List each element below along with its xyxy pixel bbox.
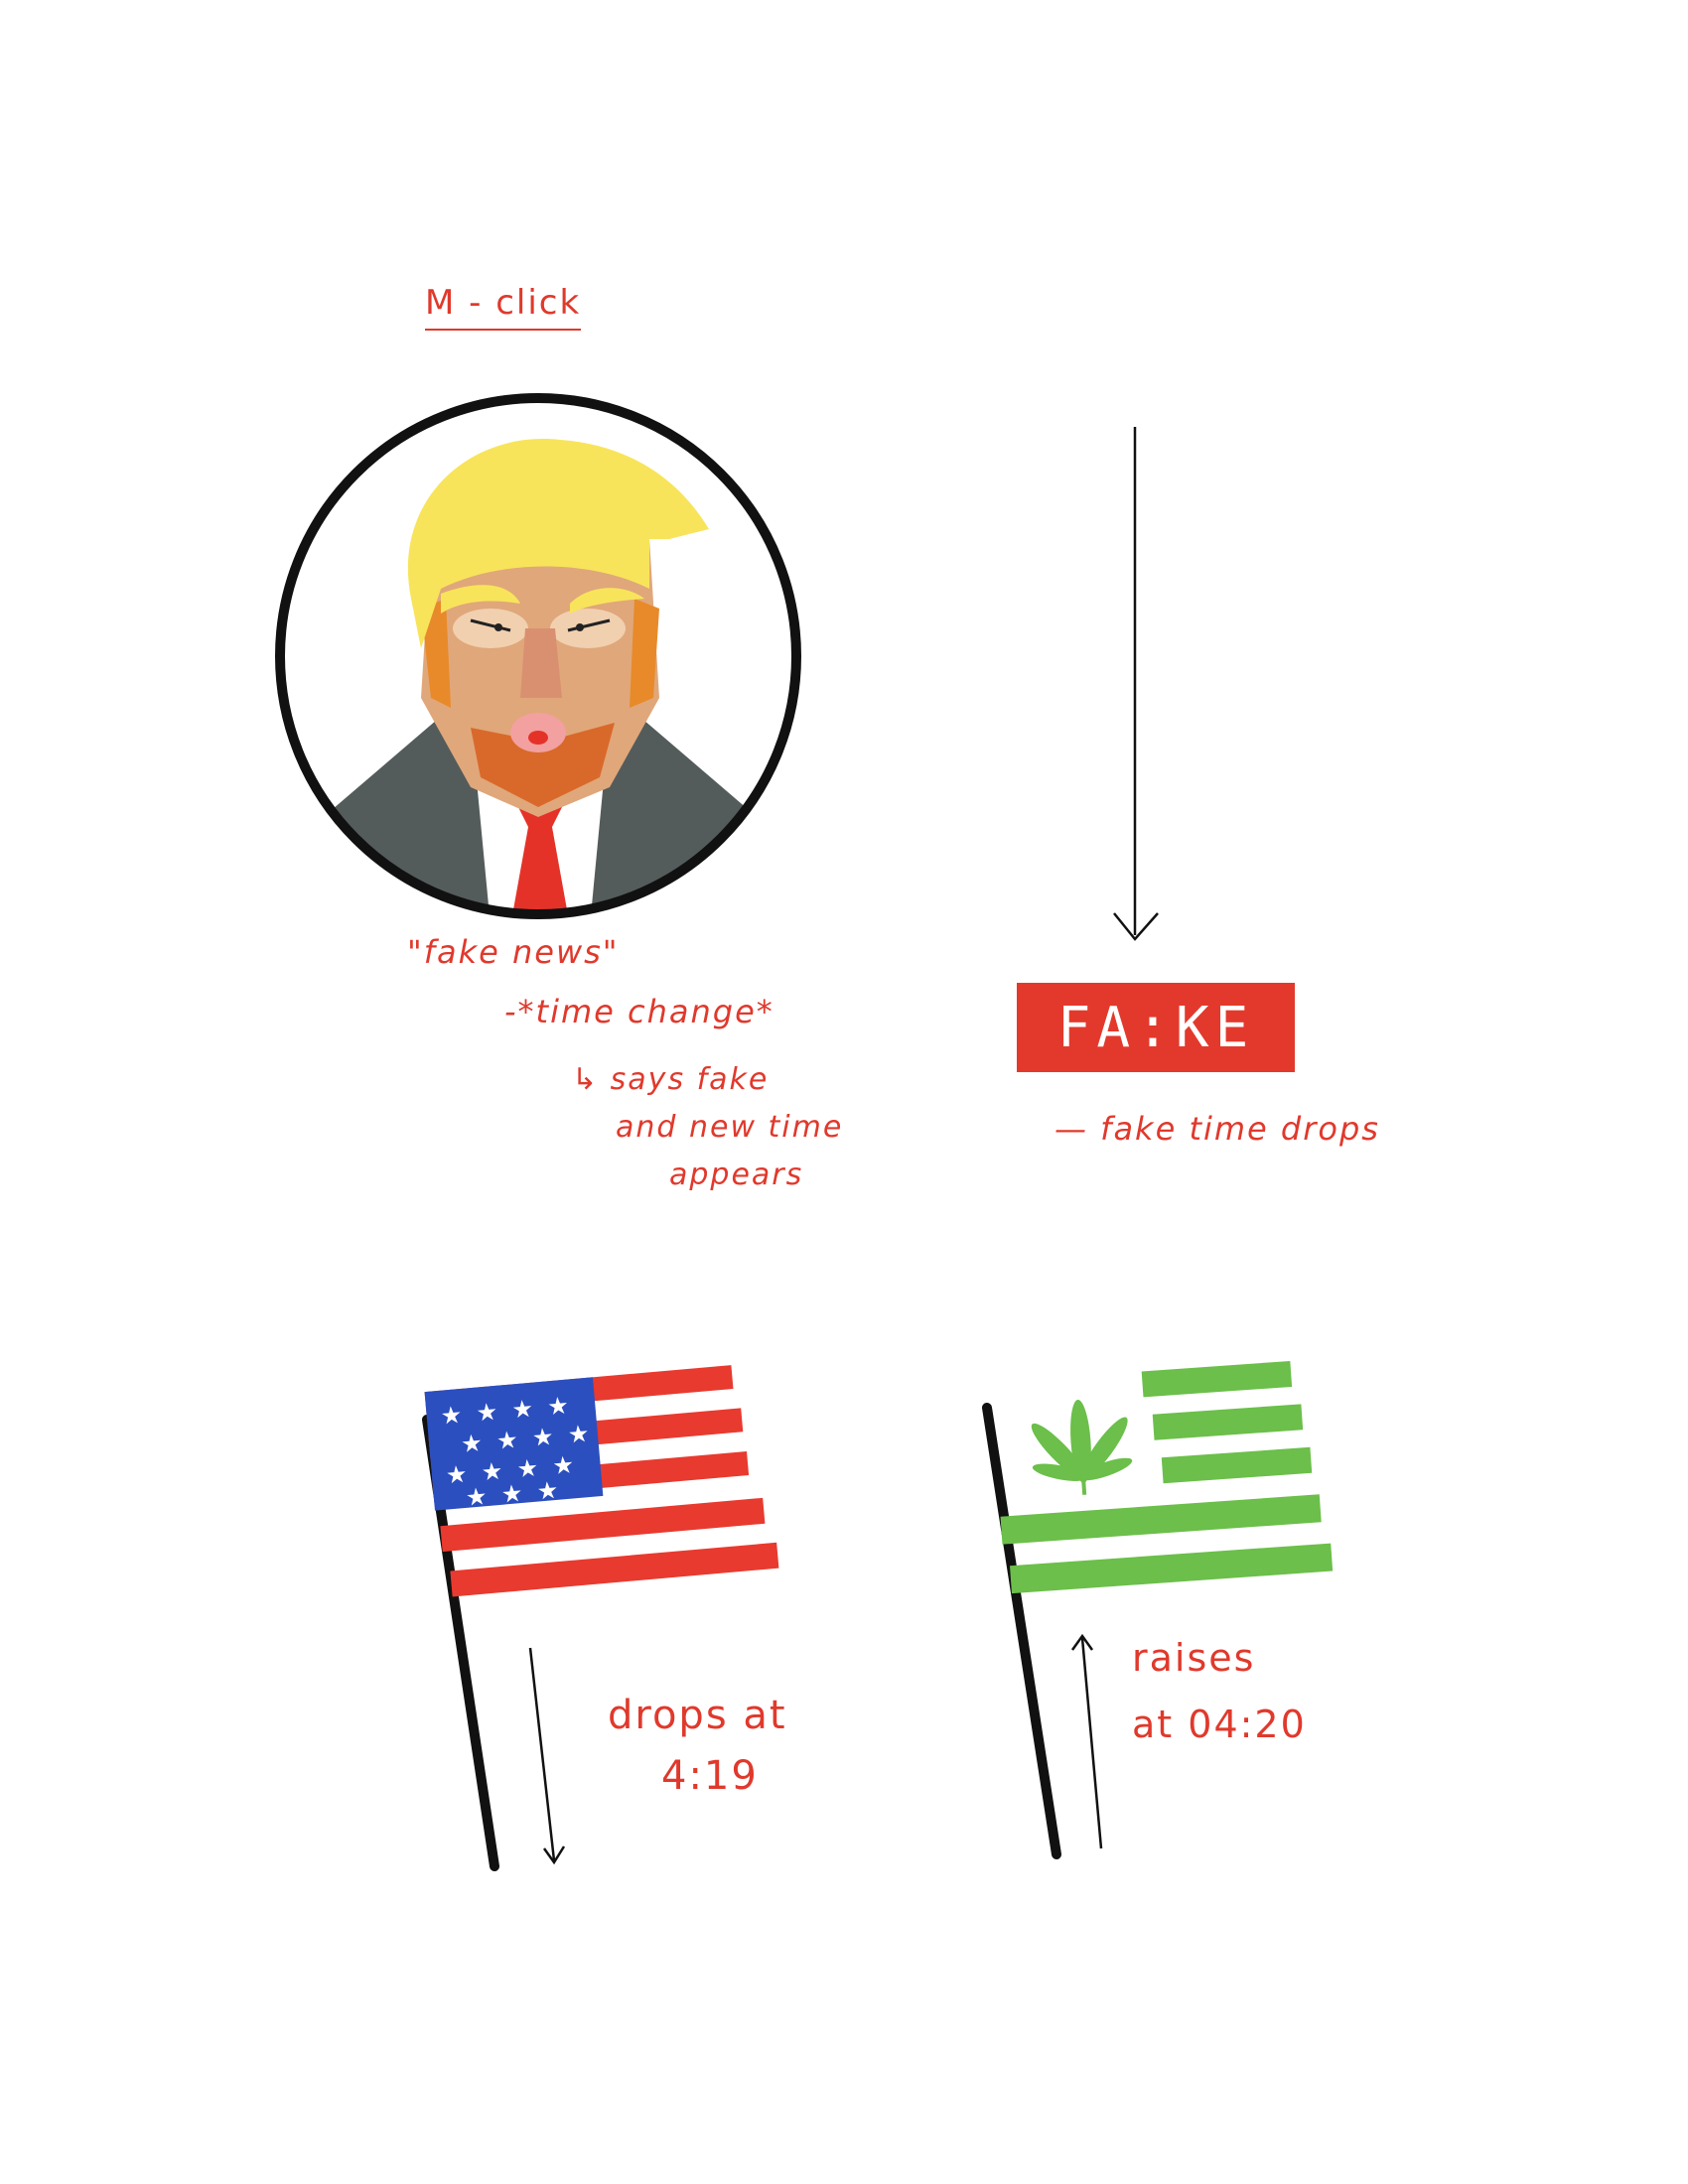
cannabis-flag-icon xyxy=(982,1361,1334,1859)
note-raises: raises xyxy=(1132,1636,1256,1680)
note-raises-time: at 04:20 xyxy=(1132,1703,1307,1746)
cannabis-leaf-icon xyxy=(1031,1400,1133,1495)
